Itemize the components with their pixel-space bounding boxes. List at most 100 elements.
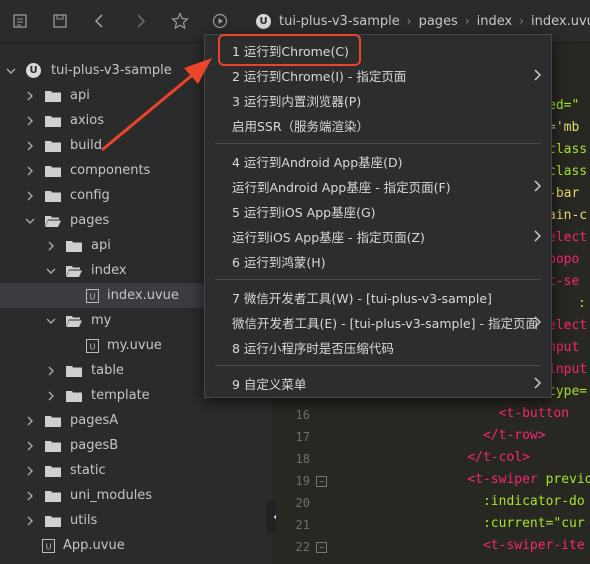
- chevron-right-icon: ›: [519, 14, 525, 28]
- chevron-right-icon: [25, 441, 35, 451]
- tree-item-label: components: [70, 163, 151, 178]
- tree-item-pagesB[interactable]: pagesB: [0, 433, 297, 458]
- menu-item-compress-miniprogram[interactable]: 8 运行小程序时是否压缩代码: [205, 335, 551, 360]
- tree-item-label: pages: [70, 213, 110, 228]
- code-line: <t-swiper previou: [467, 472, 590, 487]
- menu-item-wechat-devtools[interactable]: 7 微信开发者工具(W) - [tui-plus-v3-sample]: [205, 285, 551, 310]
- code-line: <t-button: [498, 406, 570, 421]
- tree-item-uni-modules[interactable]: uni_modules: [0, 483, 297, 508]
- menu-item-run-android-page[interactable]: 运行到Android App基座 - 指定页面(F): [205, 174, 551, 199]
- submenu-arrow-icon: [534, 230, 541, 242]
- menu-item-wechat-devtools-page[interactable]: 微信开发者工具(E) - [tui-plus-v3-sample] - 指定页面: [205, 310, 551, 335]
- line-number: 22: [295, 540, 310, 554]
- submenu-arrow-icon: [534, 180, 541, 192]
- chevron-down-icon: [25, 216, 35, 226]
- tree-item-pagesA[interactable]: pagesA: [0, 408, 297, 433]
- svg-text:U: U: [46, 542, 52, 551]
- code-fragment: nput: [548, 340, 580, 355]
- breadcrumb-folder[interactable]: pages: [419, 14, 458, 29]
- chevron-right-icon: [46, 241, 56, 251]
- tree-item-label: config: [70, 188, 110, 203]
- chevron-right-icon: [25, 116, 35, 126]
- tree-item-label: api: [91, 238, 111, 253]
- breadcrumb-file[interactable]: index.uvue: [531, 14, 590, 29]
- code-line: :indicator-do: [482, 494, 585, 509]
- chevron-down-icon: [6, 66, 16, 76]
- chevron-down-icon: [46, 266, 56, 276]
- folder-icon: [45, 115, 61, 127]
- code-fragment: ='mb: [548, 120, 580, 135]
- tree-item-label: axios: [70, 113, 104, 128]
- menu-item-enable-ssr[interactable]: 启用SSR（服务端渲染）: [205, 113, 551, 138]
- menu-separator: [215, 143, 541, 144]
- tree-item-label: uni_modules: [70, 488, 153, 503]
- line-number: 19: [295, 474, 310, 488]
- menu-separator: [215, 279, 541, 280]
- submenu-arrow-icon: [534, 69, 541, 81]
- menu-item-run-ios-page[interactable]: 运行到iOS App基座 - 指定页面(Z): [205, 224, 551, 249]
- menu-item-run-android[interactable]: 4 运行到Android App基座(D): [205, 149, 551, 174]
- submenu-arrow-icon: [534, 316, 541, 328]
- folder-open-icon: [45, 215, 61, 227]
- line-number: 16: [295, 408, 310, 422]
- tree-item-label: tui-plus-v3-sample: [51, 63, 172, 78]
- fold-icon[interactable]: −: [316, 542, 327, 553]
- chevron-right-icon: [25, 491, 35, 501]
- outline-icon[interactable]: [0, 0, 40, 42]
- folder-icon: [66, 390, 82, 402]
- tree-item-label: pagesA: [70, 413, 119, 428]
- uvue-file-icon: U: [42, 538, 55, 553]
- code-fragment: class: [548, 164, 588, 179]
- tree-item-static[interactable]: static: [0, 458, 297, 483]
- tree-item-label: my: [91, 313, 112, 328]
- code-fragment: :: [578, 296, 586, 311]
- tree-item-label: my.uvue: [107, 338, 162, 353]
- tree-item-app-uvue[interactable]: U App.uvue: [0, 533, 314, 558]
- chevron-right-icon: [25, 191, 35, 201]
- menu-item-run-builtin-browser[interactable]: 3 运行到内置浏览器(P): [205, 88, 551, 113]
- folder-icon: [45, 415, 61, 427]
- line-number: 21: [295, 518, 310, 532]
- menu-separator: [215, 365, 541, 366]
- chevron-right-icon: ›: [406, 14, 412, 28]
- back-icon[interactable]: [80, 0, 120, 42]
- code-fragment: ed=": [548, 98, 580, 113]
- star-icon[interactable]: [160, 0, 200, 42]
- code-fragment: ain-c: [548, 208, 588, 223]
- tree-item-label: pagesB: [70, 438, 119, 453]
- code-line: </t-col>: [467, 450, 530, 465]
- code-fragment: elect: [548, 318, 588, 333]
- tree-item-label: index.uvue: [107, 288, 179, 303]
- chevron-right-icon: [25, 141, 35, 151]
- menu-item-run-ios[interactable]: 5 运行到iOS App基座(G): [205, 199, 551, 224]
- code-fragment: popo: [548, 252, 580, 267]
- menu-item-custom-menu[interactable]: 9 自定义菜单: [205, 371, 551, 396]
- forward-icon[interactable]: [120, 0, 160, 42]
- tree-item-utils[interactable]: utils: [0, 508, 297, 533]
- line-number: 20: [295, 496, 310, 510]
- code-fragment: t-se: [548, 274, 580, 289]
- folder-icon: [66, 365, 82, 377]
- save-icon[interactable]: [40, 0, 80, 42]
- chevron-right-icon: ›: [464, 14, 470, 28]
- folder-icon: [45, 490, 61, 502]
- menu-item-run-harmony[interactable]: 6 运行到鸿蒙(H): [205, 249, 551, 274]
- tree-item-label: App.uvue: [63, 538, 125, 553]
- uvue-file-icon: U: [86, 338, 99, 353]
- code-fragment: type=: [548, 384, 588, 399]
- uniapp-logo-icon: U: [256, 13, 271, 29]
- folder-icon: [45, 465, 61, 477]
- folder-icon: [66, 240, 82, 252]
- fold-icon[interactable]: −: [316, 476, 327, 487]
- tree-item-label: build: [70, 138, 102, 153]
- breadcrumb-project[interactable]: tui-plus-v3-sample: [279, 14, 400, 29]
- tree-item-label: table: [91, 363, 124, 378]
- folder-icon: [45, 190, 61, 202]
- tree-item-label: index: [91, 263, 127, 278]
- breadcrumb-subfolder[interactable]: index: [477, 14, 513, 29]
- code-line: </t-row>: [482, 428, 546, 443]
- code-fragment: -bar: [548, 186, 580, 201]
- menu-item-run-chrome-page[interactable]: 2 运行到Chrome(I) - 指定页面: [205, 63, 551, 88]
- tree-item-label: api: [70, 88, 90, 103]
- chevron-right-icon: [25, 516, 35, 526]
